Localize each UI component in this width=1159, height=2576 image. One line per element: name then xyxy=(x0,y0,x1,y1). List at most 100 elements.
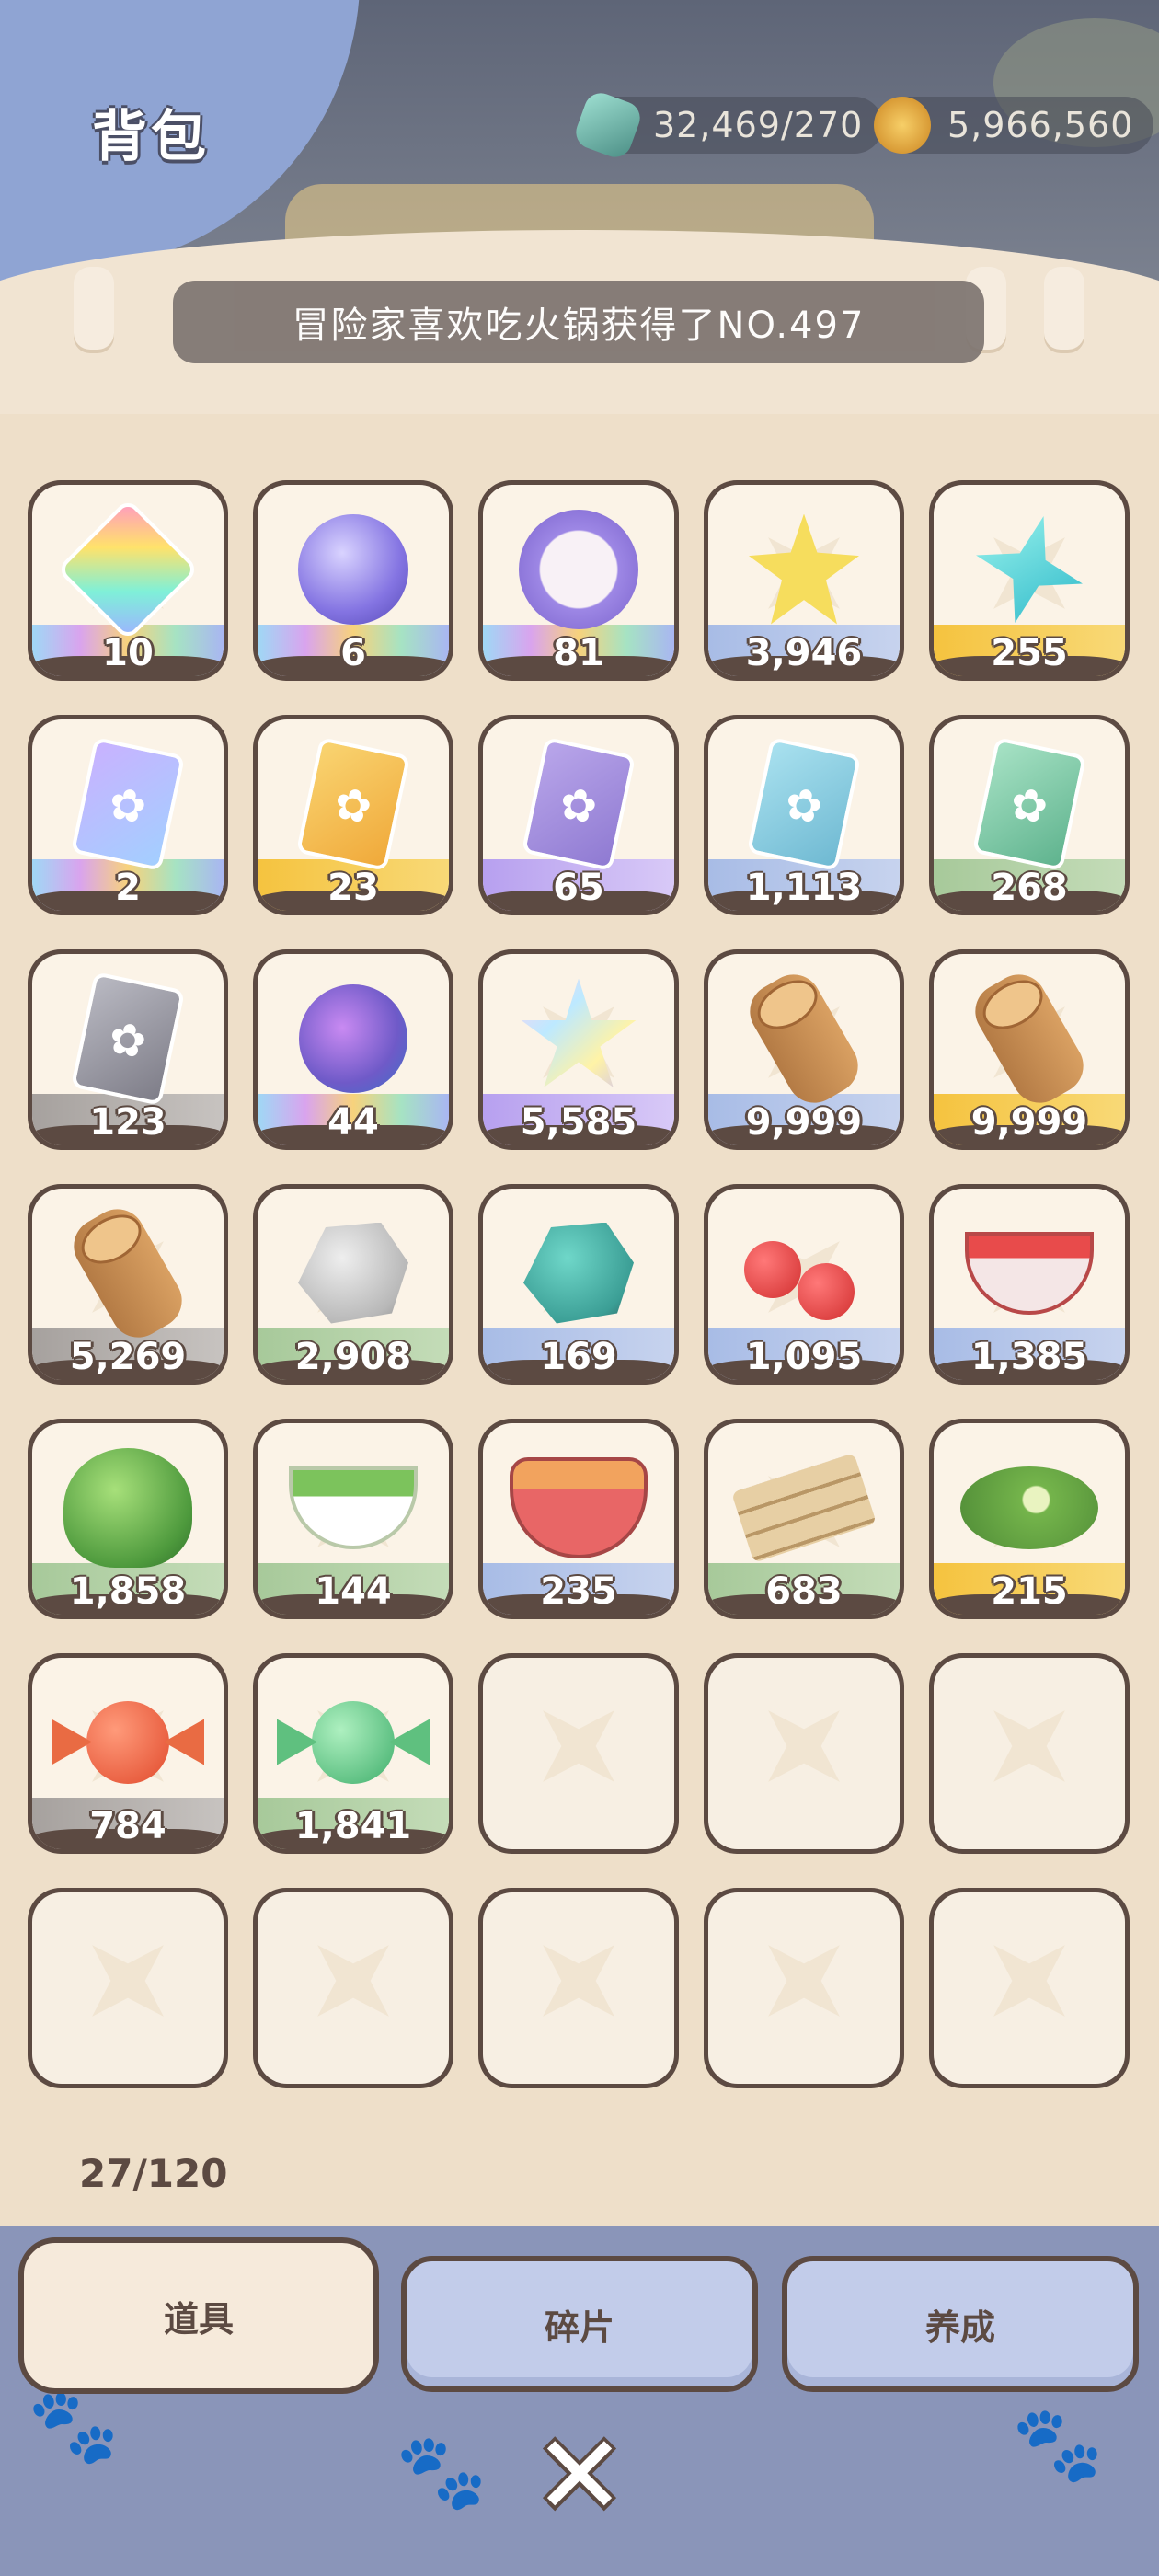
empty-slot[interactable] xyxy=(929,1653,1130,1854)
inventory-slot[interactable]: 10 xyxy=(28,480,228,681)
slot-frame xyxy=(708,1658,900,1849)
slot-frame: 5,585 xyxy=(483,954,674,1145)
inventory-slot[interactable]: 9,999 xyxy=(704,949,904,1150)
inventory-slot[interactable]: 44 xyxy=(253,949,453,1150)
item-quantity: 1,385 xyxy=(970,1336,1088,1378)
empty-slot[interactable] xyxy=(28,1888,228,2088)
yellow-flower-icon xyxy=(749,513,859,625)
rainbow-star-icon xyxy=(521,978,637,1087)
item-quantity: 2,908 xyxy=(294,1336,412,1378)
inventory-slot[interactable]: 9,999 xyxy=(929,949,1130,1150)
slot-frame: 235 xyxy=(483,1423,674,1615)
item-quantity: 1,095 xyxy=(745,1336,863,1378)
item-quantity: 144 xyxy=(315,1570,392,1613)
slot-frame: 1,095 xyxy=(708,1189,900,1380)
energy-counter[interactable]: 32,469/270 xyxy=(571,88,884,162)
empty-slot[interactable] xyxy=(704,1653,904,1854)
tab-items[interactable]: 道具 xyxy=(18,2237,379,2394)
empty-slot[interactable] xyxy=(478,1888,679,2088)
page-title: 背包 xyxy=(92,105,210,169)
empty-slot[interactable] xyxy=(253,1888,453,2088)
inventory-slot[interactable]: 2 xyxy=(28,715,228,915)
slot-frame: 123 xyxy=(32,954,224,1145)
item-quantity: 123 xyxy=(89,1101,166,1144)
inventory-grid: 10 6 81 3,946 255 2 23 65 1,113 268 123 44 5,585 9,99… xyxy=(28,480,1130,2088)
inventory-slot[interactable]: 1,113 xyxy=(704,715,904,915)
item-quantity: 9,999 xyxy=(970,1101,1088,1144)
item-quantity: 255 xyxy=(991,632,1068,674)
tab-label: 道具 xyxy=(163,2298,234,2340)
item-quantity: 1,858 xyxy=(69,1570,187,1613)
green-card-icon xyxy=(971,736,1087,871)
inventory-slot[interactable]: 255 xyxy=(929,480,1130,681)
slot-frame: 9,999 xyxy=(708,954,900,1145)
inventory-slot[interactable]: 2,908 xyxy=(253,1184,453,1385)
item-quantity: 169 xyxy=(540,1336,617,1378)
slot-frame xyxy=(258,1892,449,2084)
inventory-slot[interactable]: 5,585 xyxy=(478,949,679,1150)
slot-frame xyxy=(934,1658,1125,1849)
crystal-ball-icon xyxy=(298,513,408,625)
hotpot-bowl-icon xyxy=(510,1456,648,1558)
item-quantity: 1,841 xyxy=(294,1805,412,1847)
inventory-slot[interactable]: 215 xyxy=(929,1419,1130,1619)
close-button[interactable]: ✕ xyxy=(532,2421,627,2532)
inventory-slot[interactable]: 1,095 xyxy=(704,1184,904,1385)
item-quantity: 683 xyxy=(765,1570,843,1613)
item-quantity: 5,585 xyxy=(520,1101,637,1144)
slot-frame: 44 xyxy=(258,954,449,1145)
slot-frame: 65 xyxy=(483,719,674,911)
tab-fragments[interactable]: 碎片 xyxy=(401,2256,758,2392)
red-candy-icon xyxy=(86,1700,169,1784)
slot-frame: 169 xyxy=(483,1189,674,1380)
lily-pad-icon xyxy=(960,1466,1098,1549)
inventory-slot[interactable]: 123 xyxy=(28,949,228,1150)
item-quantity: 23 xyxy=(327,867,379,909)
inventory-slot[interactable]: 81 xyxy=(478,480,679,681)
inventory-slot[interactable]: 3,946 xyxy=(704,480,904,681)
fence-post xyxy=(1044,267,1084,350)
inventory-slot[interactable]: 784 xyxy=(28,1653,228,1854)
slot-frame: 3,946 xyxy=(708,485,900,676)
slot-frame xyxy=(483,1892,674,2084)
inventory-slot[interactable]: 1,858 xyxy=(28,1419,228,1619)
cherry-bowl-icon xyxy=(965,1231,1094,1315)
empty-slot[interactable] xyxy=(929,1888,1130,2088)
energy-value: 32,469/270 xyxy=(653,105,864,145)
inventory-slot[interactable]: 23 xyxy=(253,715,453,915)
slot-frame xyxy=(483,1658,674,1849)
green-candy-icon xyxy=(312,1700,395,1784)
close-icon: ✕ xyxy=(533,2412,626,2540)
rainbow-gem-icon xyxy=(56,497,200,641)
item-quantity: 268 xyxy=(991,867,1068,909)
inventory-slot[interactable]: 683 xyxy=(704,1419,904,1619)
slot-frame: 1,385 xyxy=(934,1189,1125,1380)
inventory-slot[interactable]: 1,841 xyxy=(253,1653,453,1854)
slot-frame: 2,908 xyxy=(258,1189,449,1380)
inventory-slot[interactable]: 144 xyxy=(253,1419,453,1619)
slot-frame: 6 xyxy=(258,485,449,676)
inventory-slot[interactable]: 6 xyxy=(253,480,453,681)
inventory-slot[interactable]: 169 xyxy=(478,1184,679,1385)
tab-label: 养成 xyxy=(924,2306,995,2348)
gold-coin-icon xyxy=(874,97,931,154)
item-quantity: 9,999 xyxy=(745,1101,863,1144)
inventory-slot[interactable]: 268 xyxy=(929,715,1130,915)
slot-frame: 784 xyxy=(32,1658,224,1849)
inventory-slot[interactable]: 235 xyxy=(478,1419,679,1619)
cherries-icon xyxy=(744,1223,864,1324)
inventory-slot[interactable]: 65 xyxy=(478,715,679,915)
purple-card-icon xyxy=(521,736,637,871)
slot-frame: 5,269 xyxy=(32,1189,224,1380)
slot-frame: 23 xyxy=(258,719,449,911)
slot-frame: 2 xyxy=(32,719,224,911)
coin-counter[interactable]: 5,966,560 xyxy=(874,97,1154,154)
slot-frame: 144 xyxy=(258,1423,449,1615)
item-quantity: 784 xyxy=(89,1805,166,1847)
empty-slot[interactable] xyxy=(704,1888,904,2088)
tab-cultivation[interactable]: 养成 xyxy=(782,2256,1139,2392)
empty-slot[interactable] xyxy=(478,1653,679,1854)
inventory-slot[interactable]: 1,385 xyxy=(929,1184,1130,1385)
paw-print-icon: 🐾 xyxy=(396,2429,488,2514)
inventory-slot[interactable]: 5,269 xyxy=(28,1184,228,1385)
